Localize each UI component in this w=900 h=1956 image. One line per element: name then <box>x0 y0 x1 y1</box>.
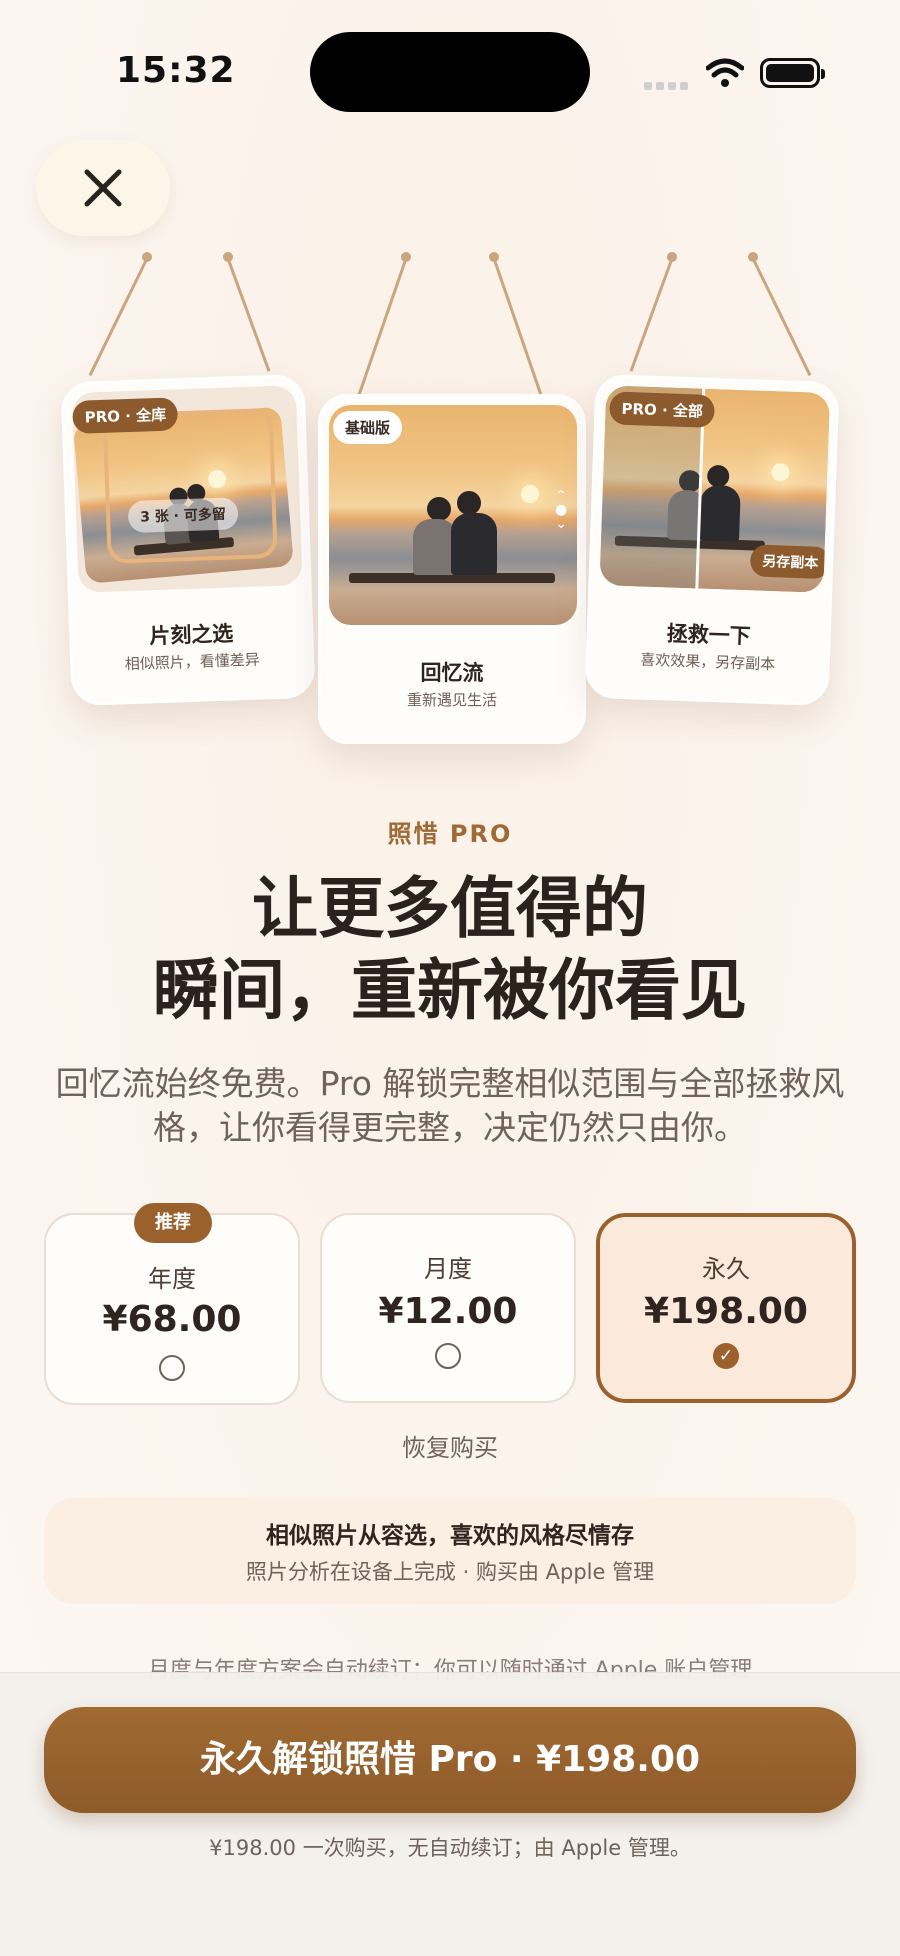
description: 回忆流始终免费。Pro 解锁完整相似范围与全部拯救风格，让你看得更完整，决定仍然… <box>55 1064 845 1147</box>
feature-card-moment-pick: 3 张 · 可多留 PRO · 全库 片刻之选 相似照片，看懂差异 <box>60 373 316 707</box>
plan-name: 月度 <box>424 1255 472 1283</box>
purchase-button[interactable]: 永久解锁照惜 Pro · ¥198.00 <box>44 1707 856 1813</box>
restore-purchase-link[interactable]: 恢复购买 <box>0 1428 900 1463</box>
close-button[interactable] <box>36 140 170 236</box>
plan-price: ¥12.00 <box>378 1291 518 1332</box>
checkmark-icon: ✓ <box>713 1343 739 1369</box>
cellular-signal-icon <box>644 70 690 92</box>
recommended-badge: 推荐 <box>134 1203 212 1243</box>
status-time: 15:32 <box>116 50 236 91</box>
wifi-icon <box>706 58 744 87</box>
status-bar: 15:32 <box>0 0 900 140</box>
plan-name: 年度 <box>148 1265 196 1293</box>
swipe-indicator-icon: ⌃ ● ⌄ <box>555 488 568 532</box>
card-subtitle: 重新遇见生活 <box>406 691 497 709</box>
close-icon <box>84 169 122 207</box>
page-headline: 让更多值得的 瞬间，重新被你看见 <box>0 868 900 1032</box>
radio-unselected-icon <box>435 1343 461 1369</box>
feature-card-rescue: 另存副本 PRO · 全部 拯救一下 喜欢效果，另存副本 <box>584 373 840 707</box>
headline-line-2: 瞬间，重新被你看见 <box>153 952 747 1029</box>
product-eyebrow: 照惜 PRO <box>387 820 513 848</box>
plan-price: ¥198.00 <box>644 1291 808 1332</box>
feature-card-memory-flow: ⌃ ● ⌄ 基础版 回忆流 重新遇见生活 <box>318 394 586 744</box>
info-subtitle: 照片分析在设备上完成 · 购买由 Apple 管理 <box>245 1560 655 1584</box>
info-title: 相似照片从容选，喜欢的风格尽情存 <box>266 1523 634 1549</box>
card-tag: PRO · 全库 <box>72 397 179 434</box>
battery-icon <box>760 58 825 88</box>
plan-price: ¥68.00 <box>102 1299 242 1340</box>
info-box: 相似照片从容选，喜欢的风格尽情存 照片分析在设备上完成 · 购买由 Apple … <box>44 1498 856 1604</box>
card-tag: 基础版 <box>333 411 403 444</box>
card-tag: PRO · 全部 <box>608 391 716 429</box>
purchase-footnote: ¥198.00 一次购买，无自动续订；由 Apple 管理。 <box>209 1836 691 1860</box>
card-overlay-label: 3 张 · 可多留 <box>127 497 239 534</box>
radio-unselected-icon <box>159 1355 185 1381</box>
plan-lifetime[interactable]: 永久 ¥198.00 ✓ <box>596 1213 856 1403</box>
card-title: 回忆流 <box>420 661 484 685</box>
plan-monthly[interactable]: 月度 ¥12.00 <box>320 1213 576 1403</box>
card-overlay-label: 另存副本 <box>749 544 831 580</box>
dynamic-island <box>310 32 590 112</box>
plan-name: 永久 <box>702 1255 750 1283</box>
headline-line-1: 让更多值得的 <box>252 870 648 947</box>
